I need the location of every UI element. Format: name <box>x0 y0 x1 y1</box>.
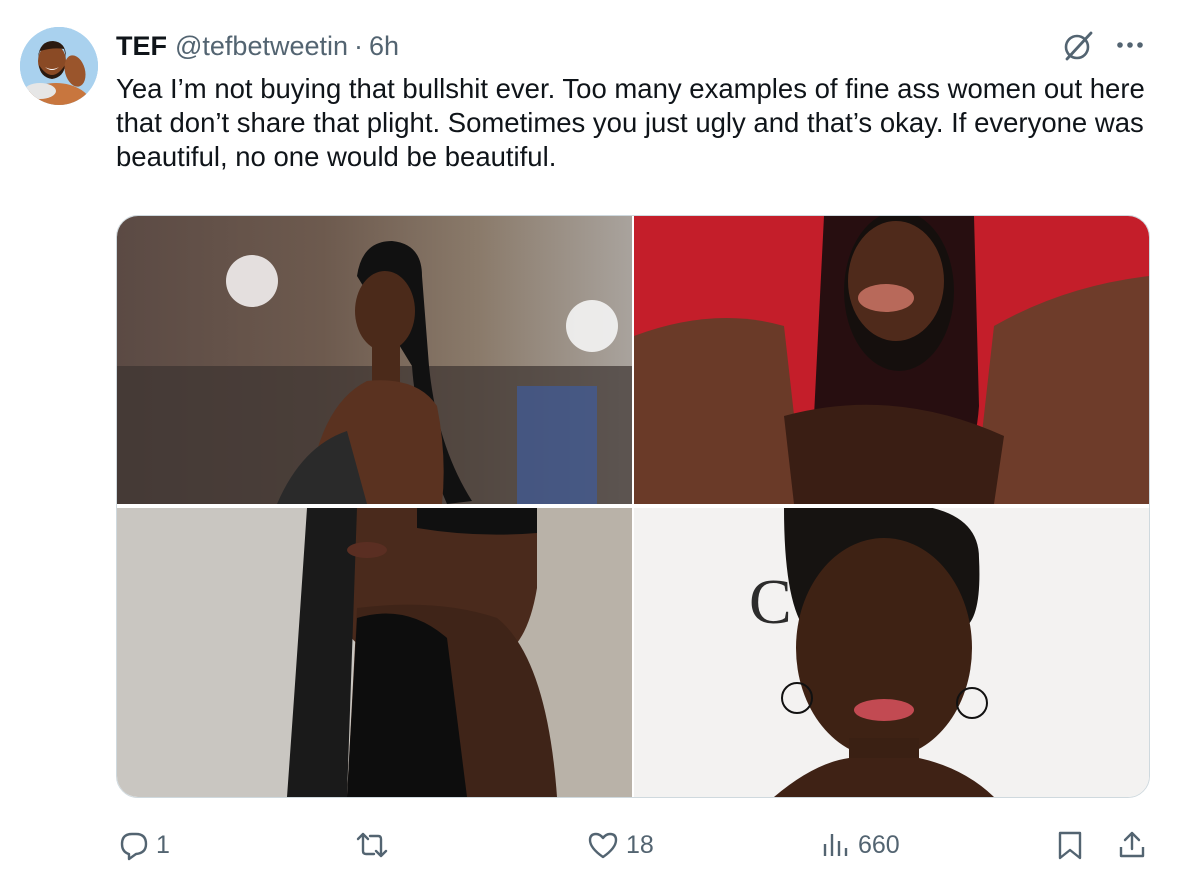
tweet-actions: 1 18 660 <box>0 820 1190 870</box>
bookmark-button[interactable] <box>1054 820 1086 870</box>
views-count: 660 <box>858 830 900 859</box>
bookmark-icon <box>1054 829 1086 861</box>
like-button[interactable]: 18 <box>586 820 654 870</box>
tweet-header: TEF @tefbetweetin · 6h <box>116 28 399 64</box>
heart-icon <box>586 829 620 861</box>
avatar-illustration <box>20 27 98 105</box>
tweet: TEF @tefbetweetin · 6h Yea I’m not buyin… <box>0 0 1190 884</box>
like-count: 18 <box>626 830 654 859</box>
share-button[interactable] <box>1116 820 1148 870</box>
more-options-icon[interactable] <box>1110 30 1150 60</box>
share-icon <box>1116 829 1148 861</box>
separator-dot: · <box>354 30 364 61</box>
reply-count: 1 <box>156 830 170 859</box>
photo-woman-short-hair-hoop-earrings[interactable]: C É NA <box>634 508 1149 797</box>
avatar[interactable] <box>20 27 98 105</box>
retweet-icon <box>354 829 390 861</box>
user-handle[interactable]: @tefbetweetin <box>175 31 348 62</box>
reply-button[interactable]: 1 <box>118 820 170 870</box>
photo-woman-red-background[interactable] <box>634 216 1149 504</box>
views-icon <box>820 829 852 861</box>
media-grid: C É NA <box>116 215 1150 798</box>
photo-woman-ponytail-event[interactable] <box>117 216 632 504</box>
views-button[interactable]: 660 <box>820 820 900 870</box>
timestamp[interactable]: 6h <box>369 31 399 62</box>
tweet-text: Yea I’m not buying that bullshit ever. T… <box>116 73 1145 172</box>
display-name[interactable]: TEF <box>116 31 167 62</box>
photo-woman-braids-black-dress[interactable] <box>117 508 632 797</box>
reply-icon <box>118 829 150 861</box>
retweet-button[interactable] <box>354 820 396 870</box>
grok-icon[interactable] <box>1060 28 1096 64</box>
